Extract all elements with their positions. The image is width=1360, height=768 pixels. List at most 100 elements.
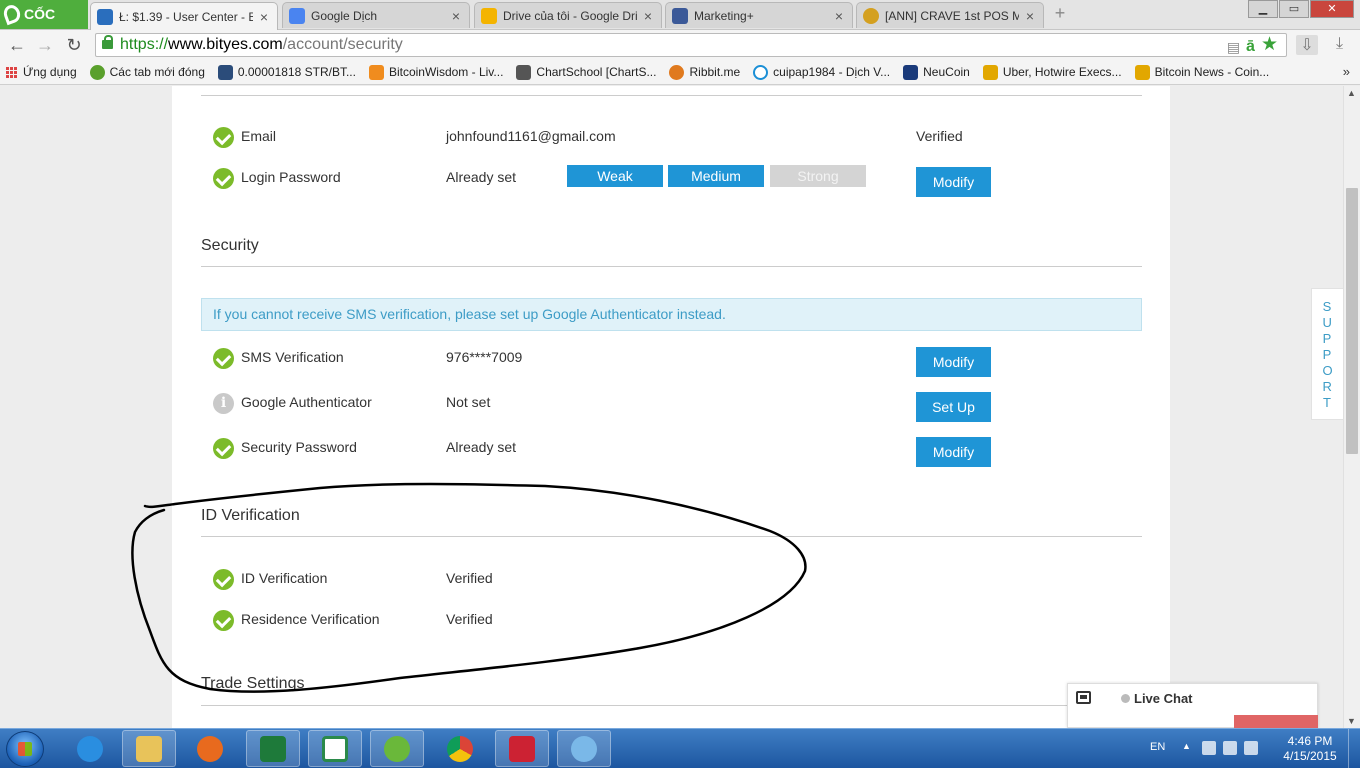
bookmark-label: NeuCoin <box>923 65 970 79</box>
tab-close-icon[interactable]: × <box>257 9 271 25</box>
music-app-icon <box>509 735 535 762</box>
bookmark-chartschool[interactable]: ChartSchool [ChartS... <box>516 64 656 80</box>
support-tab[interactable]: SUPPORT <box>1311 288 1343 420</box>
google-translate-favicon-icon <box>289 7 305 24</box>
taskbar-excel[interactable] <box>246 730 300 767</box>
address-bar[interactable]: https://www.bityes.com/account/security … <box>95 33 1287 57</box>
coccoc-dictionary-icon[interactable]: ā <box>1246 36 1255 58</box>
stellar-x-icon <box>217 64 233 80</box>
sms-verification-row: SMS Verification 976****7009 Modify <box>213 346 1113 377</box>
download-savior-icon[interactable]: ⇩ <box>1296 35 1318 55</box>
bookmark-recent-tabs[interactable]: Các tab mới đóng <box>89 64 205 80</box>
support-label: SUPPORT <box>1322 299 1334 410</box>
chat-window-icon[interactable] <box>1076 691 1091 704</box>
scroll-up-icon[interactable]: ▲ <box>1347 88 1356 98</box>
bookmark-neucoin[interactable]: NeuCoin <box>903 64 970 80</box>
residence-verification-value: Verified <box>446 611 493 627</box>
tab-close-icon[interactable]: × <box>832 8 846 24</box>
taskbar-coccoc[interactable] <box>370 730 424 767</box>
coccoc-icon <box>384 735 410 762</box>
row-label: Google Authenticator <box>241 394 372 410</box>
bookmarks-overflow-button[interactable]: » <box>1343 64 1350 79</box>
bookmark-star-icon[interactable]: ★ <box>1261 35 1278 58</box>
bookmark-uber-news[interactable]: Uber, Hotwire Execs... <box>982 64 1122 80</box>
language-indicator[interactable]: EN <box>1150 741 1165 753</box>
divider <box>201 536 1142 537</box>
row-label: Login Password <box>241 169 341 185</box>
bookmark-cuipap[interactable]: cuipap1984 - Dịch V... <box>753 64 891 80</box>
dollar-icon <box>753 64 769 80</box>
clock[interactable]: 4:46 PM 4/15/2015 <box>1280 734 1340 764</box>
tab-crave-ann[interactable]: [ANN] CRAVE 1st POS Mar × <box>856 2 1044 28</box>
bookmark-label: cuipap1984 - Dịch V... <box>773 65 891 79</box>
start-button[interactable] <box>6 731 44 767</box>
scroll-thumb[interactable] <box>1346 188 1358 454</box>
bookmark-label: Các tab mới đóng <box>109 65 205 79</box>
show-hidden-icons-icon[interactable]: ▲ <box>1182 741 1191 751</box>
translate-icon[interactable]: ▤ <box>1227 36 1240 58</box>
tab-google-drive[interactable]: Drive của tôi - Google Driv × <box>474 2 662 28</box>
taskbar-explorer[interactable] <box>122 730 176 767</box>
reload-button[interactable]: ↻ <box>63 35 85 55</box>
tab-title: [ANN] CRAVE 1st POS Mar <box>885 8 1019 23</box>
media-player-icon <box>197 735 223 762</box>
bitcointalk-favicon-icon <box>863 7 879 24</box>
modify-login-password-button[interactable]: Modify <box>916 167 991 197</box>
tab-marketing[interactable]: Marketing+ × <box>665 2 853 28</box>
chartschool-icon <box>516 64 532 80</box>
check-circle-icon <box>213 438 234 459</box>
forward-button[interactable]: → <box>34 35 56 55</box>
volume-icon[interactable] <box>1244 741 1258 755</box>
downloads-icon[interactable]: ⤓ <box>1336 35 1343 53</box>
network-icon[interactable] <box>1223 741 1237 755</box>
maximize-button[interactable]: ▭ <box>1279 0 1309 18</box>
setup-google-authenticator-button[interactable]: Set Up <box>916 392 991 422</box>
tab-close-icon[interactable]: × <box>1023 8 1037 24</box>
back-button[interactable]: ← <box>6 35 28 55</box>
paint-icon <box>571 735 597 762</box>
internet-explorer-icon <box>77 735 103 762</box>
close-window-button[interactable]: ✕ <box>1310 0 1354 18</box>
divider <box>201 705 1142 706</box>
bookmark-apps[interactable]: Ứng dụng <box>6 65 77 79</box>
taskbar-media-player[interactable] <box>183 730 237 767</box>
modify-sms-button[interactable]: Modify <box>916 347 991 377</box>
taskbar-app-green[interactable] <box>308 730 362 767</box>
news-icon <box>1134 64 1150 80</box>
scroll-down-icon[interactable]: ▼ <box>1347 716 1356 726</box>
taskbar-chrome[interactable] <box>433 730 487 767</box>
bookmark-bitcoin-news[interactable]: Bitcoin News - Coin... <box>1134 64 1269 80</box>
tab-title: Marketing+ <box>694 8 754 23</box>
minimize-button[interactable]: ▁ <box>1248 0 1278 18</box>
bityes-favicon-icon <box>97 8 113 25</box>
taskbar-ie[interactable] <box>63 730 117 767</box>
new-tab-button[interactable]: + <box>1049 4 1071 23</box>
tab-user-center[interactable]: Ł: $1.39 - User Center - Bit × <box>90 2 278 30</box>
tray-icons <box>1202 741 1258 755</box>
strength-weak: Weak <box>567 165 663 187</box>
live-chat-widget[interactable]: Live Chat <box>1067 683 1318 728</box>
taskbar-app-m[interactable] <box>495 730 549 767</box>
modify-security-password-button[interactable]: Modify <box>916 437 991 467</box>
tab-google-dich[interactable]: Google Dịch × <box>282 2 470 28</box>
sms-phone-value: 976****7009 <box>446 349 523 365</box>
bookmark-ribbit[interactable]: Ribbit.me <box>669 64 741 80</box>
trade-settings-section-title: Trade Settings <box>201 675 305 692</box>
divider <box>201 95 1142 96</box>
tab-close-icon[interactable]: × <box>449 8 463 24</box>
bookmark-bitcoinwisdom[interactable]: BitcoinWisdom - Liv... <box>368 64 503 80</box>
bookmark-str-btc[interactable]: 0.00001818 STR/BT... <box>217 64 356 80</box>
show-desktop-button[interactable] <box>1348 729 1360 768</box>
security-card: Email johnfound1161@gmail.com Verified L… <box>172 86 1170 728</box>
google-authenticator-row: i Google Authenticator Not set Set Up <box>213 391 1113 422</box>
taskbar-paint[interactable] <box>557 730 611 767</box>
page-scrollbar[interactable]: ▲ ▼ <box>1343 86 1360 728</box>
flag-icon[interactable] <box>1202 741 1216 755</box>
live-chat-label: Live Chat <box>1134 691 1193 706</box>
id-verification-row: ID Verification Verified <box>213 567 1113 597</box>
coccoc-menu-button[interactable]: CỐC CỐC <box>0 0 88 51</box>
login-password-row: Login Password Already set Weak Medium S… <box>213 165 1113 197</box>
chat-start-button[interactable] <box>1234 715 1318 728</box>
tab-close-icon[interactable]: × <box>641 8 655 24</box>
bookmark-label: Ribbit.me <box>689 65 741 79</box>
